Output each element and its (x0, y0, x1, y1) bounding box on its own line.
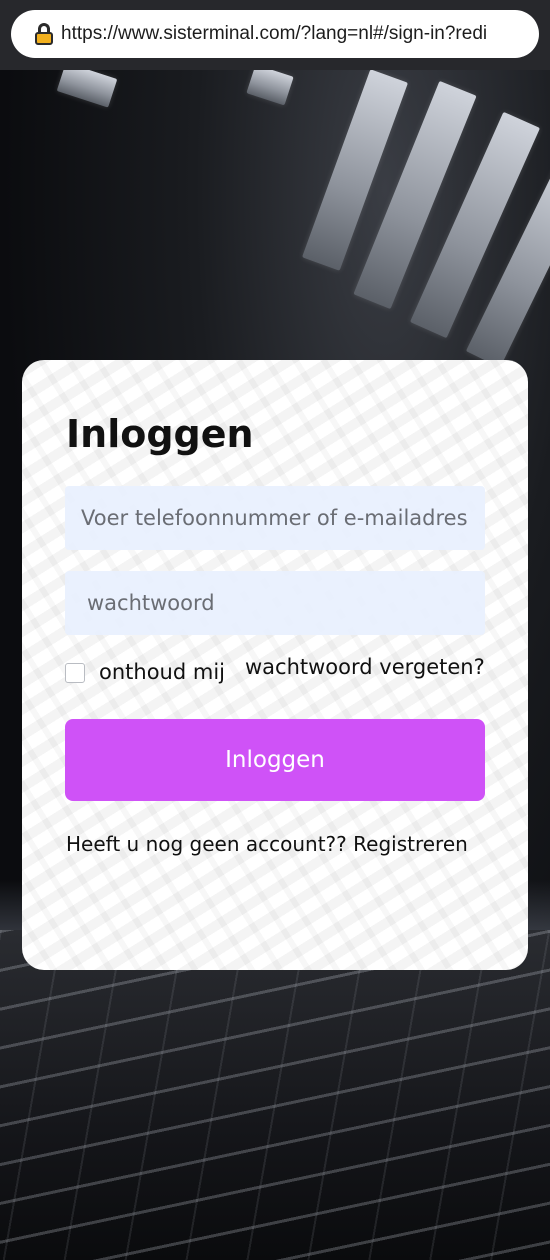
background-floor (0, 930, 550, 1260)
address-bar[interactable]: https://www.sisterminal.com/?lang=nl#/si… (11, 10, 539, 58)
browser-toolbar: https://www.sisterminal.com/?lang=nl#/si… (0, 0, 550, 70)
remember-label[interactable]: onthoud mij (99, 660, 225, 684)
remember-row: onthoud mij wachtwoord vergeten? (65, 655, 505, 691)
login-card: Inloggen onthoud mij wachtwoord vergeten… (22, 360, 528, 970)
lock-icon (35, 23, 53, 45)
remember-checkbox[interactable] (65, 663, 85, 683)
background-beam (246, 64, 294, 106)
forgot-password-link[interactable]: wachtwoord vergeten? (245, 655, 485, 679)
no-account-text: Heeft u nog geen account?? (66, 832, 347, 856)
login-title: Inloggen (66, 412, 254, 456)
register-row: Heeft u nog geen account?? Registreren (66, 832, 506, 856)
password-input[interactable] (65, 571, 485, 635)
username-input[interactable] (65, 486, 485, 550)
page: https://www.sisterminal.com/?lang=nl#/si… (0, 0, 550, 1260)
login-button[interactable]: Inloggen (65, 719, 485, 801)
url-text[interactable]: https://www.sisterminal.com/?lang=nl#/si… (61, 23, 487, 45)
register-link[interactable]: Registreren (353, 832, 468, 856)
